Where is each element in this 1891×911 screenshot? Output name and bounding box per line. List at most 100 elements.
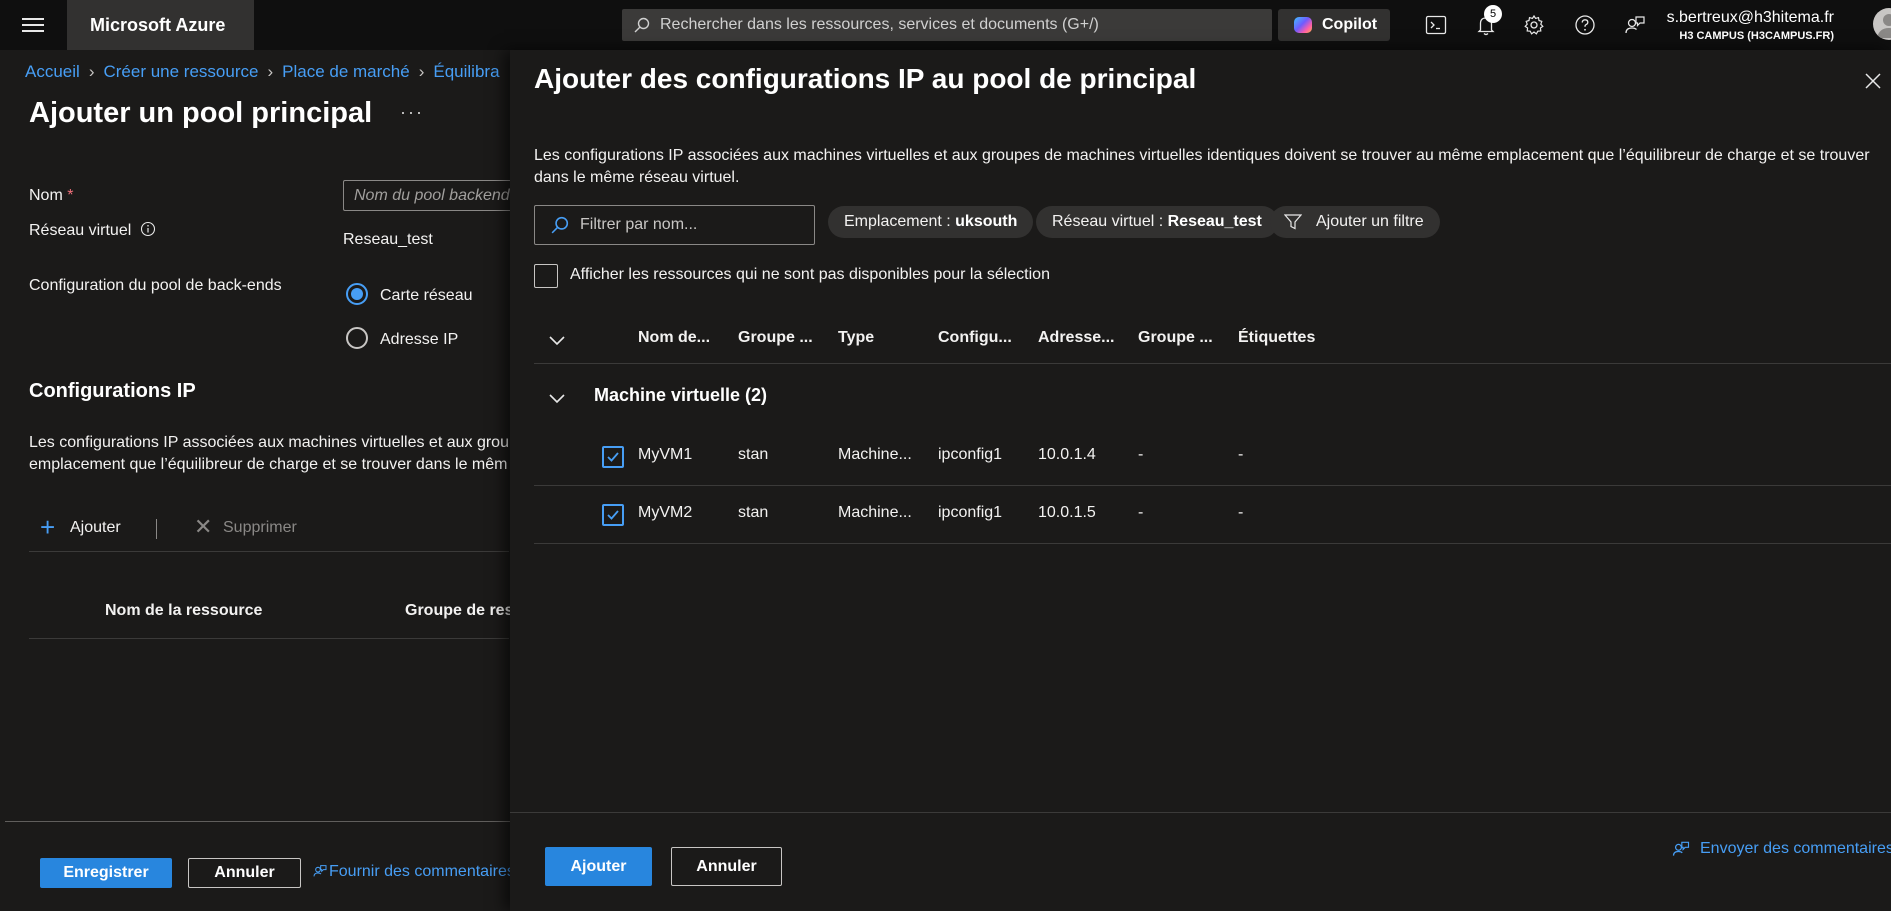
breadcrumb-separator: › <box>267 62 274 81</box>
send-feedback-link[interactable]: Envoyer des commentaires <box>1671 840 1891 858</box>
filter-pill-location[interactable]: Emplacement : uksouth <box>828 206 1034 238</box>
column-header-ip-config[interactable]: Configu... <box>938 329 1012 347</box>
cancel-button[interactable]: Annuler <box>671 847 782 886</box>
add-button[interactable]: Ajouter <box>545 847 652 886</box>
user-tenant[interactable]: H3 CAMPUS (H3CAMPUS.FR) <box>1679 30 1834 42</box>
row-checkbox[interactable] <box>602 446 624 468</box>
feedback-icon <box>1672 841 1690 856</box>
cell-type: Machine... <box>838 504 912 521</box>
column-header-resource-group[interactable]: Groupe de res <box>405 602 513 620</box>
delete-button[interactable]: ✕ Supprimer <box>194 516 297 538</box>
table-row[interactable]: MyVM2 stan Machine... ipconfig1 10.0.1.5… <box>534 486 1891 544</box>
add-filter-label: Ajouter un filtre <box>1316 213 1424 230</box>
table-header: Nom de... Groupe ... Type Configu... Adr… <box>534 316 1891 364</box>
show-unavailable-label[interactable]: Afficher les ressources qui ne sont pas … <box>570 266 1050 284</box>
column-header-type[interactable]: Type <box>838 329 874 347</box>
group-row-virtual-machine[interactable]: Machine virtuelle (2) <box>534 370 1891 428</box>
cell-security-group: - <box>1138 446 1144 463</box>
filter-pill-vnet[interactable]: Réseau virtuel : Reseau_test <box>1036 206 1278 238</box>
column-header-name[interactable]: Nom de... <box>638 329 710 347</box>
vnet-label: Réseau virtuel <box>29 221 156 240</box>
hamburger-icon[interactable] <box>22 15 44 33</box>
vnet-label-text: Réseau virtuel <box>29 222 132 239</box>
user-email[interactable]: s.bertreux@h3hitema.fr <box>1667 9 1834 27</box>
row-checkbox[interactable] <box>602 504 624 526</box>
panel-title: Ajouter des configurations IP au pool de… <box>534 63 1197 94</box>
breadcrumb-item-create-resource[interactable]: Créer une ressource <box>103 62 258 81</box>
page-title: Ajouter un pool principal <box>29 97 373 129</box>
name-label-text: Nom <box>29 187 63 204</box>
radio-nic[interactable] <box>346 283 368 305</box>
breadcrumb-separator: › <box>418 62 425 81</box>
column-header-security-group[interactable]: Groupe ... <box>1138 329 1213 347</box>
save-button[interactable]: Enregistrer <box>40 858 172 888</box>
help-icon[interactable] <box>1573 13 1597 37</box>
cell-security-group: - <box>1138 504 1144 521</box>
close-icon[interactable] <box>1862 70 1884 92</box>
breadcrumb-item-home[interactable]: Accueil <box>25 62 80 81</box>
feedback-label: Fournir des commentaires <box>329 863 515 880</box>
chevron-down-icon[interactable] <box>549 336 565 346</box>
pill-value: uksouth <box>955 213 1018 230</box>
cell-name: MyVM2 <box>638 504 693 521</box>
divider <box>29 551 509 552</box>
ip-configurations-description: Les configurations IP associées aux mach… <box>29 432 509 476</box>
pill-key: Réseau virtuel : <box>1052 213 1168 230</box>
add-ip-config-button[interactable]: + Ajouter <box>40 514 121 540</box>
give-feedback-link[interactable]: Fournir des commentaires <box>312 863 515 881</box>
radio-nic-label[interactable]: Carte réseau <box>380 287 473 305</box>
cell-ip-config: ipconfig1 <box>938 446 1003 463</box>
table-row[interactable]: MyVM1 stan Machine... ipconfig1 10.0.1.4… <box>534 428 1891 486</box>
required-asterisk: * <box>67 187 74 204</box>
copilot-icon <box>1294 17 1312 33</box>
avatar-icon <box>1877 14 1891 38</box>
pool-name-input[interactable]: Nom du pool backend <box>343 180 513 211</box>
pill-value: Reseau_test <box>1167 213 1262 230</box>
add-ip-config-panel: Ajouter des configurations IP au pool de… <box>510 50 1891 911</box>
cloud-shell-icon[interactable] <box>1424 13 1448 37</box>
global-search-input[interactable]: Rechercher dans les ressources, services… <box>622 9 1272 41</box>
checkmark-icon <box>607 510 619 520</box>
feedback-icon <box>313 865 327 877</box>
breadcrumb-item-marketplace[interactable]: Place de marché <box>282 62 410 81</box>
checkmark-icon <box>607 452 619 462</box>
info-icon[interactable] <box>140 221 156 237</box>
cell-resource-group: stan <box>738 446 769 463</box>
copilot-button[interactable]: Copilot <box>1278 9 1390 41</box>
chevron-down-icon[interactable] <box>549 394 565 404</box>
breadcrumb-separator: › <box>88 62 95 81</box>
radio-ip-address[interactable] <box>346 327 368 349</box>
more-options-icon[interactable]: ··· <box>400 102 424 123</box>
cell-type: Machine... <box>838 446 912 463</box>
top-bar: Microsoft Azure Rechercher dans les ress… <box>0 0 1891 50</box>
cell-ip-address: 10.0.1.5 <box>1038 504 1096 521</box>
feedback-icon[interactable] <box>1623 13 1647 37</box>
filter-by-name-input[interactable]: Filtrer par nom... <box>534 205 815 245</box>
pool-config-label: Configuration du pool de back-ends <box>29 277 282 294</box>
cancel-button[interactable]: Annuler <box>188 858 301 888</box>
search-icon <box>634 17 650 33</box>
add-label: Ajouter <box>70 519 121 536</box>
column-header-resource-group[interactable]: Groupe ... <box>738 329 813 347</box>
notification-count-badge: 5 <box>1484 5 1502 23</box>
cell-ip-address: 10.0.1.4 <box>1038 446 1096 463</box>
add-filter-button[interactable]: Ajouter un filtre <box>1270 206 1440 238</box>
column-header-ip-address[interactable]: Adresse... <box>1038 329 1114 347</box>
panel-description: Les configurations IP associées aux mach… <box>534 147 1870 186</box>
name-label: Nom * <box>29 187 73 205</box>
column-header-resource-name[interactable]: Nom de la ressource <box>105 602 262 620</box>
show-unavailable-checkbox[interactable] <box>534 264 558 288</box>
filter-icon <box>1284 214 1302 230</box>
gear-icon[interactable] <box>1522 13 1546 37</box>
plus-icon: + <box>40 512 56 542</box>
breadcrumb-item-load-balancer[interactable]: Équilibra <box>433 62 499 81</box>
avatar[interactable] <box>1873 8 1891 40</box>
column-header-tags[interactable]: Étiquettes <box>1238 329 1315 347</box>
cell-name: MyVM1 <box>638 446 693 463</box>
breadcrumb: Accueil › Créer une ressource › Place de mar… <box>25 62 500 82</box>
radio-ip-label[interactable]: Adresse IP <box>380 331 458 349</box>
cell-resource-group: stan <box>738 504 769 521</box>
search-icon <box>551 216 569 234</box>
description-line: emplacement que l’équilibreur de charge … <box>29 456 508 473</box>
brand-title[interactable]: Microsoft Azure <box>67 0 254 50</box>
